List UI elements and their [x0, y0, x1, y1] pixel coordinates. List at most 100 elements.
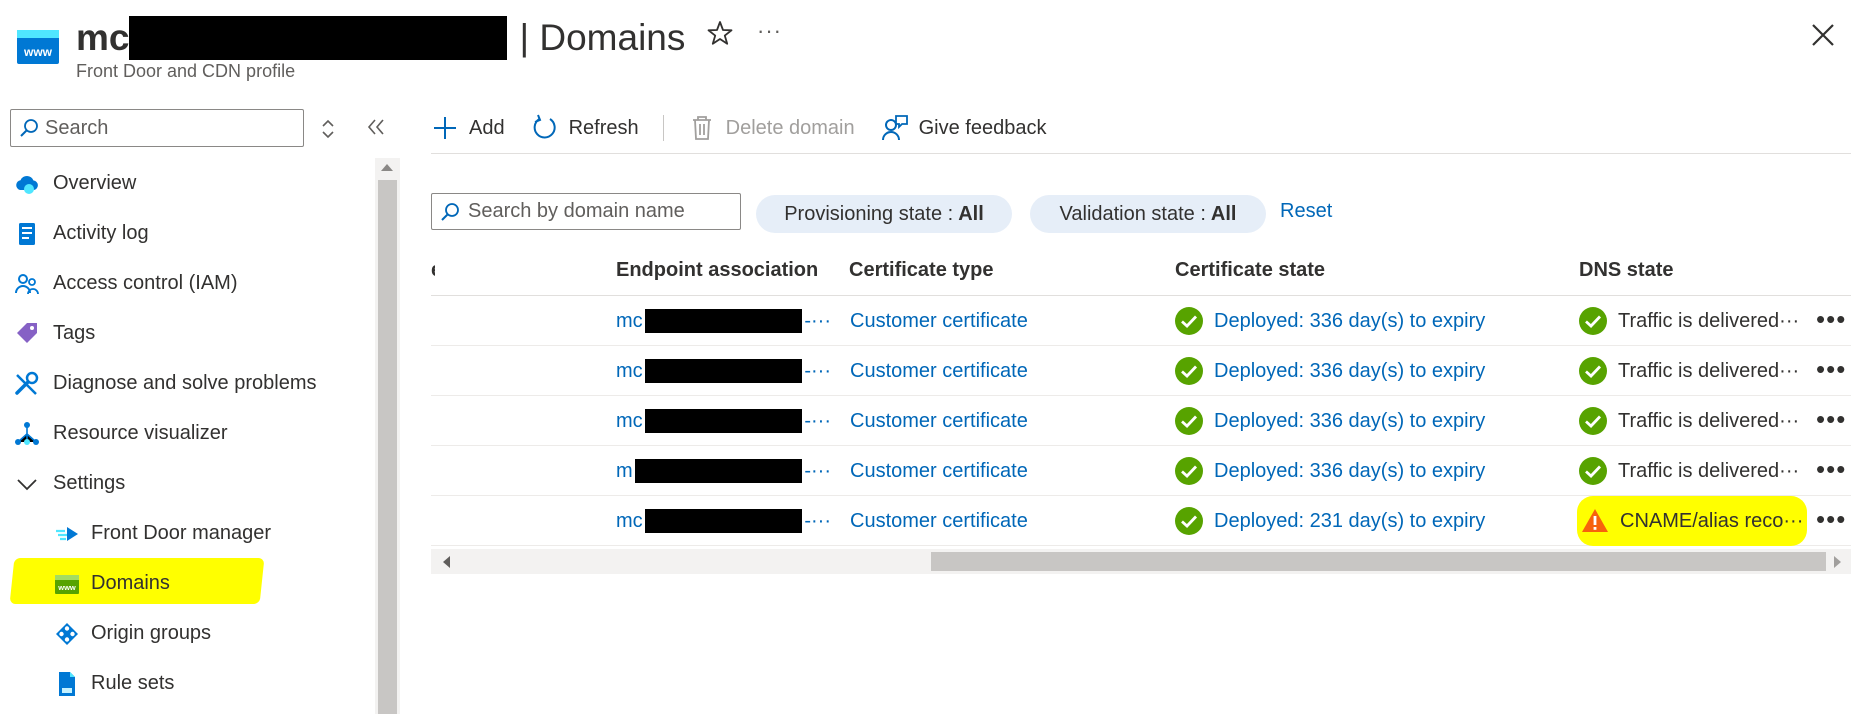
sidebar-item-label: Settings	[53, 471, 126, 494]
reset-filters-link[interactable]: Reset	[1280, 200, 1332, 223]
table-row[interactable]: mc -··· Customer certificate Deployed: 3…	[431, 396, 1851, 446]
redacted-block	[644, 359, 803, 383]
certificate-type-link[interactable]: Customer certificate	[850, 496, 1180, 546]
expand-collapse-icon[interactable]	[320, 118, 336, 140]
dns-state-cell: Traffic is delivered···	[1579, 296, 1799, 346]
column-header-endpoint-association[interactable]: Endpoint association	[616, 245, 818, 295]
dns-state-text: Traffic is delivered···	[1618, 409, 1799, 432]
add-button[interactable]: Add	[431, 114, 505, 142]
endpoint-association-link[interactable]: mc -···	[616, 496, 831, 546]
domain-search-input[interactable]	[468, 200, 738, 223]
give-feedback-label: Give feedback	[918, 116, 1047, 139]
toolbar-divider	[662, 115, 664, 141]
dns-state-cell: CNAME/alias reco···	[1577, 496, 1807, 546]
www-icon: www	[55, 575, 79, 594]
endpoint-association-link[interactable]: mc -···	[616, 396, 831, 446]
more-options-icon[interactable]: ···	[757, 18, 782, 44]
page-title-section: | Domains	[519, 17, 686, 58]
scrollbar-thumb[interactable]	[378, 180, 397, 714]
success-check-icon	[1175, 407, 1203, 435]
certificate-type-link[interactable]: Customer certificate	[850, 296, 1180, 346]
endpoint-association-link[interactable]: mc -···	[616, 346, 831, 396]
endpoint-prefix: mc	[616, 309, 643, 332]
table-row[interactable]: mc -··· Customer certificate Deployed: 3…	[431, 296, 1851, 346]
sidebar-item-diagnose[interactable]: Diagnose and solve problems	[0, 358, 372, 408]
refresh-button[interactable]: Refresh	[531, 114, 639, 142]
chevron-down-icon	[17, 479, 37, 491]
table-row[interactable]: m -··· Customer certificate Deployed: 33…	[431, 446, 1851, 496]
sidebar-item-origin-groups[interactable]: Origin groups	[0, 608, 372, 658]
success-check-icon	[1579, 357, 1607, 385]
sidebar-item-label: Resource visualizer	[53, 421, 228, 444]
give-feedback-button[interactable]: Give feedback	[881, 114, 1047, 142]
row-more-options-icon[interactable]: •••	[1816, 304, 1846, 335]
sidebar-item-access-control[interactable]: Access control (IAM)	[0, 258, 372, 308]
sidebar-item-domains[interactable]: www Domains	[0, 558, 372, 608]
sidebar-item-tags[interactable]: Tags	[0, 308, 372, 358]
sidebar-item-resource-visualizer[interactable]: Resource visualizer	[0, 408, 372, 458]
activity-log-icon	[19, 223, 35, 245]
sidebar-scrollbar[interactable]	[375, 158, 400, 714]
collapse-sidebar-icon[interactable]	[366, 116, 386, 138]
scrollbar-thumb[interactable]	[931, 552, 1826, 571]
certificate-state-link[interactable]: Deployed: 336 day(s) to expiry	[1214, 460, 1485, 483]
certificate-state-link[interactable]: Deployed: 336 day(s) to expiry	[1214, 410, 1485, 433]
redacted-block	[644, 309, 803, 333]
row-more-options-icon[interactable]: •••	[1816, 504, 1846, 535]
sidebar-item-label: Rule sets	[91, 671, 175, 694]
endpoint-suffix: -···	[804, 509, 831, 532]
certificate-type-link[interactable]: Customer certificate	[850, 396, 1180, 446]
validation-state-value: All	[1210, 202, 1237, 225]
validation-state-filter[interactable]: Validation state : All	[1030, 195, 1266, 233]
provisioning-state-filter[interactable]: Provisioning state : All	[756, 195, 1012, 233]
redacted-block	[644, 409, 803, 433]
certificate-type-link[interactable]: Customer certificate	[850, 446, 1180, 496]
dns-state-text: Traffic is delivered···	[1618, 359, 1799, 382]
scroll-left-arrow-icon[interactable]	[443, 556, 450, 568]
sidebar-item-overview[interactable]: Overview	[0, 158, 372, 208]
sidebar-item-label: Domains	[91, 571, 170, 594]
trash-icon	[692, 116, 711, 140]
toolbar-divider-line	[431, 153, 1851, 154]
certificate-state-link[interactable]: Deployed: 231 day(s) to expiry	[1214, 510, 1485, 533]
sidebar-item-rule-sets[interactable]: Rule sets	[0, 658, 372, 708]
table-horizontal-scrollbar[interactable]	[431, 549, 1851, 574]
sidebar-item-activity-log[interactable]: Activity log	[0, 208, 372, 258]
delete-domain-button[interactable]: Delete domain	[688, 114, 855, 142]
sidebar-search-box[interactable]	[10, 109, 304, 147]
row-more-options-icon[interactable]: •••	[1816, 404, 1846, 435]
wrench-icon	[15, 371, 39, 395]
certificate-state-cell: Deployed: 336 day(s) to expiry	[1175, 346, 1575, 396]
warning-triangle-icon	[1582, 509, 1608, 532]
certificate-state-cell: Deployed: 336 day(s) to expiry	[1175, 396, 1575, 446]
column-header-certificate-state[interactable]: Certificate state	[1175, 245, 1325, 295]
favorite-star-icon[interactable]	[707, 20, 733, 46]
scroll-up-arrow-icon[interactable]	[381, 164, 393, 171]
certificate-state-link[interactable]: Deployed: 336 day(s) to expiry	[1214, 360, 1485, 383]
close-icon[interactable]	[1810, 22, 1836, 48]
success-check-icon	[1175, 357, 1203, 385]
table-row[interactable]: mc -··· Customer certificate Deployed: 2…	[431, 496, 1851, 546]
sidebar-group-settings[interactable]: Settings	[0, 458, 372, 508]
add-button-label: Add	[469, 116, 505, 139]
sidebar-item-front-door-manager[interactable]: Front Door manager	[0, 508, 372, 558]
redacted-block	[129, 16, 508, 60]
column-header-dns-state[interactable]: DNS state	[1579, 245, 1673, 295]
row-more-options-icon[interactable]: •••	[1816, 454, 1846, 485]
column-header-certificate-type[interactable]: Certificate type	[849, 245, 994, 295]
scroll-right-arrow-icon[interactable]	[1834, 556, 1841, 568]
column-header-truncated[interactable]: e	[431, 245, 435, 295]
validation-state-label: Validation state :	[1059, 202, 1206, 225]
endpoint-association-link[interactable]: m -···	[616, 446, 831, 496]
domain-search-box[interactable]	[431, 193, 741, 230]
endpoint-association-link[interactable]: mc -···	[616, 296, 831, 346]
sidebar-search-input[interactable]	[45, 116, 285, 140]
certificate-state-link[interactable]: Deployed: 336 day(s) to expiry	[1214, 310, 1485, 333]
table-row[interactable]: mc -··· Customer certificate Deployed: 3…	[431, 346, 1851, 396]
www-icon: www	[17, 30, 59, 64]
certificate-type-link[interactable]: Customer certificate	[850, 346, 1180, 396]
redacted-block	[644, 509, 803, 533]
sidebar-item-label: Tags	[53, 321, 96, 344]
command-bar: Add Refresh Delete domain Give feedback	[431, 108, 1072, 148]
row-more-options-icon[interactable]: •••	[1816, 354, 1846, 385]
